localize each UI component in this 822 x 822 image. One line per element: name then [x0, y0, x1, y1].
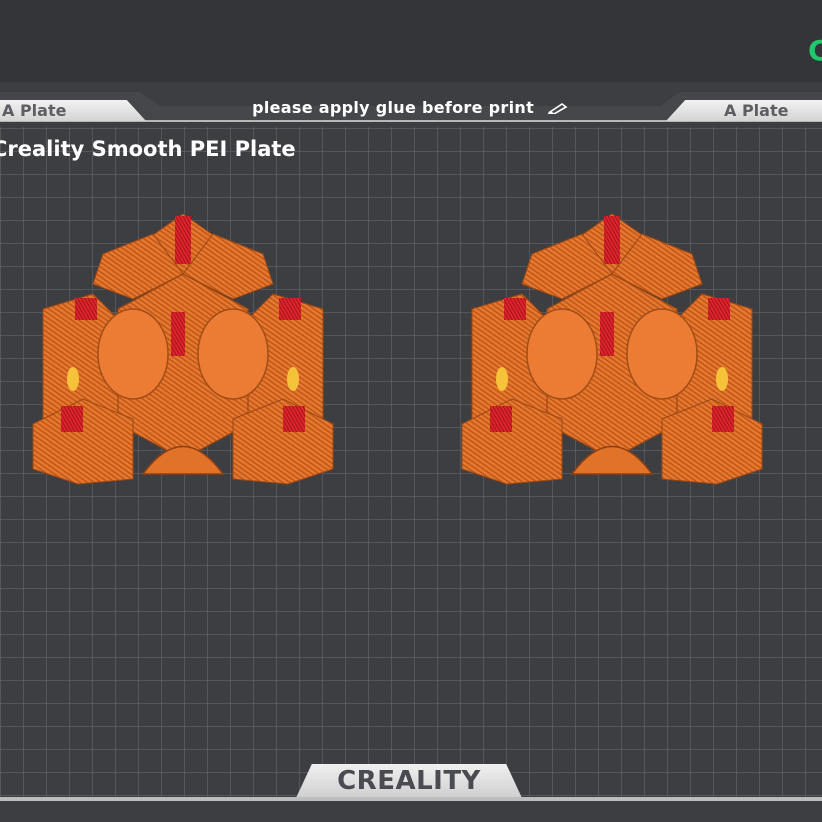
plate-notice[interactable]: please apply glue before print	[140, 96, 680, 120]
build-plate-viewport[interactable]	[0, 82, 822, 822]
pencil-icon[interactable]	[546, 97, 568, 121]
plate-tab-right[interactable]: A Plate	[666, 100, 822, 121]
status-indicator: C	[808, 36, 822, 66]
bed-bottom-rail	[0, 797, 822, 801]
plate-tab-left[interactable]: A Plate	[0, 100, 146, 121]
plate-type-label: Creality Smooth PEI Plate	[0, 137, 296, 161]
notice-text: please apply glue before print	[252, 98, 535, 117]
bed-logo: CREALITY	[337, 766, 481, 796]
build-plate[interactable]	[0, 82, 822, 822]
top-toolbar: C	[0, 0, 822, 82]
